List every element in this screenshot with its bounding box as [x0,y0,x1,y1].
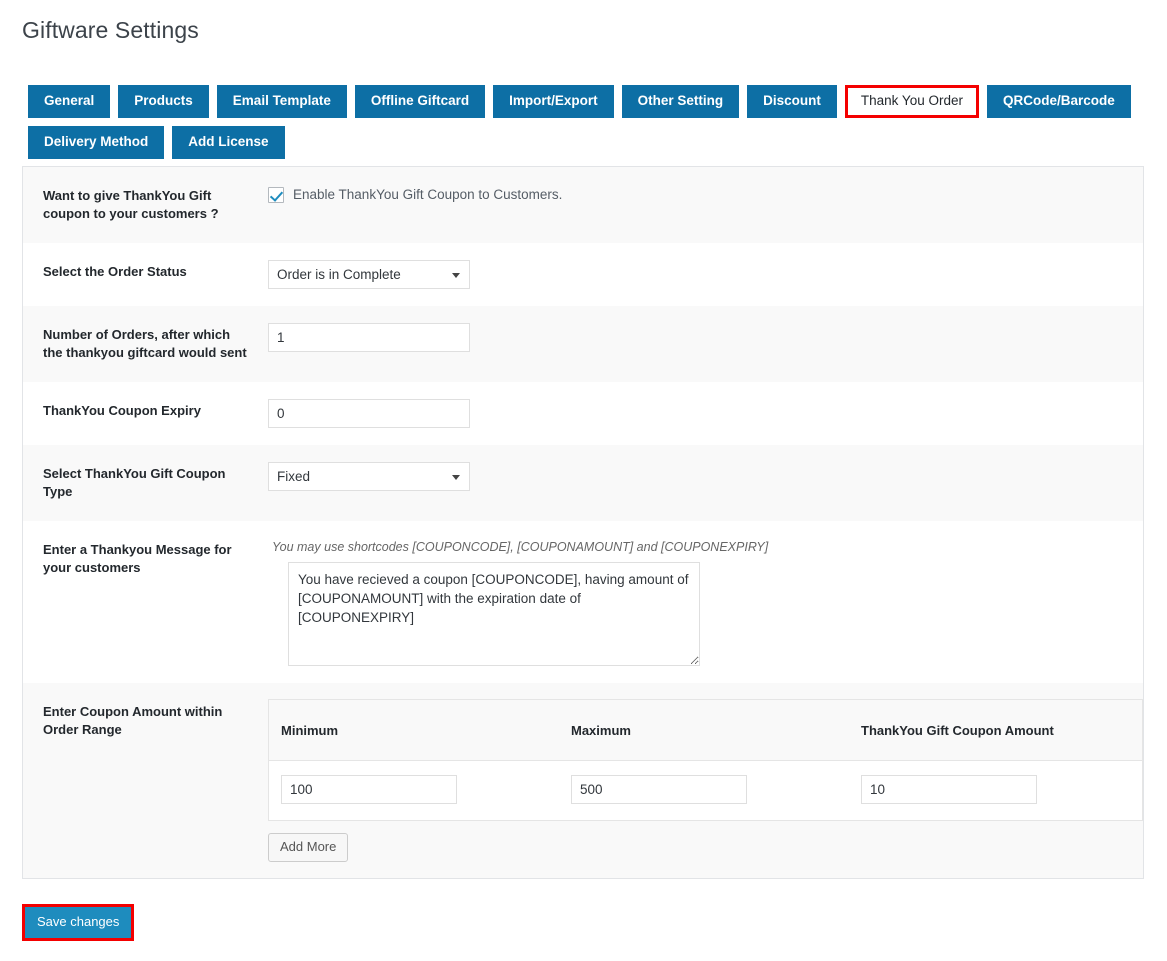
settings-page: Giftware Settings General Products Email… [0,0,1167,961]
tab-offline-giftcard[interactable]: Offline Giftcard [354,85,486,118]
table-header-row: Minimum Maximum ThankYou Gift Coupon Amo… [269,700,1142,761]
tab-row-1: General Products Email Template Offline … [28,85,1148,118]
enable-coupon-checkbox-line[interactable]: Enable ThankYou Gift Coupon to Customers… [268,184,1143,203]
coupon-type-select[interactable]: Fixed [268,462,470,491]
label-number-of-orders: Number of Orders, after which the thanky… [43,327,247,360]
tab-add-license[interactable]: Add License [172,126,285,159]
cell-maximum [559,775,849,804]
column-header-amount: ThankYou Gift Coupon Amount [861,723,1054,738]
field-number-of-orders [268,306,1143,369]
tab-discount[interactable]: Discount [747,85,837,118]
number-of-orders-input[interactable] [268,323,470,352]
field-thankyou-message: You may use shortcodes [COUPONCODE], [CO… [268,521,1143,683]
field-coupon-range: Minimum Maximum ThankYou Gift Coupon Amo… [268,683,1163,878]
tab-thank-you-order[interactable]: Thank You Order [844,85,979,118]
field-enable-coupon: Enable ThankYou Gift Coupon to Customers… [268,167,1143,220]
maximum-input[interactable] [571,775,747,804]
label-thankyou-message: Enter a Thankyou Message for your custom… [43,542,232,575]
label-order-status: Select the Order Status [43,264,187,279]
order-status-select[interactable]: Order is in Complete [268,260,470,289]
save-changes-button[interactable]: Save changes [25,907,132,938]
thankyou-message-textarea[interactable]: You have recieved a coupon [COUPONCODE],… [288,562,700,666]
page-title: Giftware Settings [22,17,199,43]
tab-other-setting[interactable]: Other Setting [621,85,740,118]
table-row [269,761,1142,820]
form-row-number-of-orders: Number of Orders, after which the thanky… [23,306,1143,382]
minimum-input[interactable] [281,775,457,804]
shortcode-hint: You may use shortcodes [COUPONCODE], [CO… [272,540,769,554]
coupon-amount-input[interactable] [861,775,1037,804]
tab-row-2: Delivery Method Add License [28,126,1148,159]
cell-minimum [269,775,559,804]
label-coupon-range: Enter Coupon Amount within Order Range [43,704,223,737]
order-status-select-wrap: Order is in Complete [268,260,470,289]
coupon-type-select-wrap: Fixed [268,462,470,491]
column-header-maximum: Maximum [571,723,631,738]
form-row-coupon-type: Select ThankYou Gift Coupon Type Fixed [23,445,1143,521]
coupon-expiry-input[interactable] [268,399,470,428]
tab-delivery-method[interactable]: Delivery Method [28,126,165,159]
checkbox-icon[interactable] [268,187,284,203]
tab-products[interactable]: Products [118,85,209,118]
cell-amount [849,775,1144,804]
form-row-coupon-range: Enter Coupon Amount within Order Range M… [23,683,1143,878]
tab-email-template[interactable]: Email Template [216,85,347,118]
tab-import-export[interactable]: Import/Export [493,85,614,118]
field-coupon-type: Fixed [268,445,1143,508]
field-order-status: Order is in Complete [268,243,1143,306]
form-row-enable: Want to give ThankYou Gift coupon to you… [23,167,1143,243]
enable-coupon-checkbox-label: Enable ThankYou Gift Coupon to Customers… [293,187,563,202]
settings-tabs: General Products Email Template Offline … [28,85,1148,167]
save-changes-highlight: Save changes [22,904,135,941]
form-row-coupon-expiry: ThankYou Coupon Expiry [23,382,1143,445]
add-more-button[interactable]: Add More [268,833,349,862]
tab-qrcode-barcode[interactable]: QRCode/Barcode [986,85,1131,118]
label-enable-coupon: Want to give ThankYou Gift coupon to you… [43,188,219,221]
label-coupon-type: Select ThankYou Gift Coupon Type [43,466,226,499]
form-row-order-status: Select the Order Status Order is in Comp… [23,243,1143,306]
column-header-minimum: Minimum [281,723,339,738]
label-coupon-expiry: ThankYou Coupon Expiry [43,403,201,418]
settings-form-panel: Want to give ThankYou Gift coupon to you… [22,166,1144,879]
field-coupon-expiry [268,382,1143,445]
coupon-range-table: Minimum Maximum ThankYou Gift Coupon Amo… [268,699,1143,821]
form-row-message: Enter a Thankyou Message for your custom… [23,521,1143,683]
tab-general[interactable]: General [28,85,111,118]
